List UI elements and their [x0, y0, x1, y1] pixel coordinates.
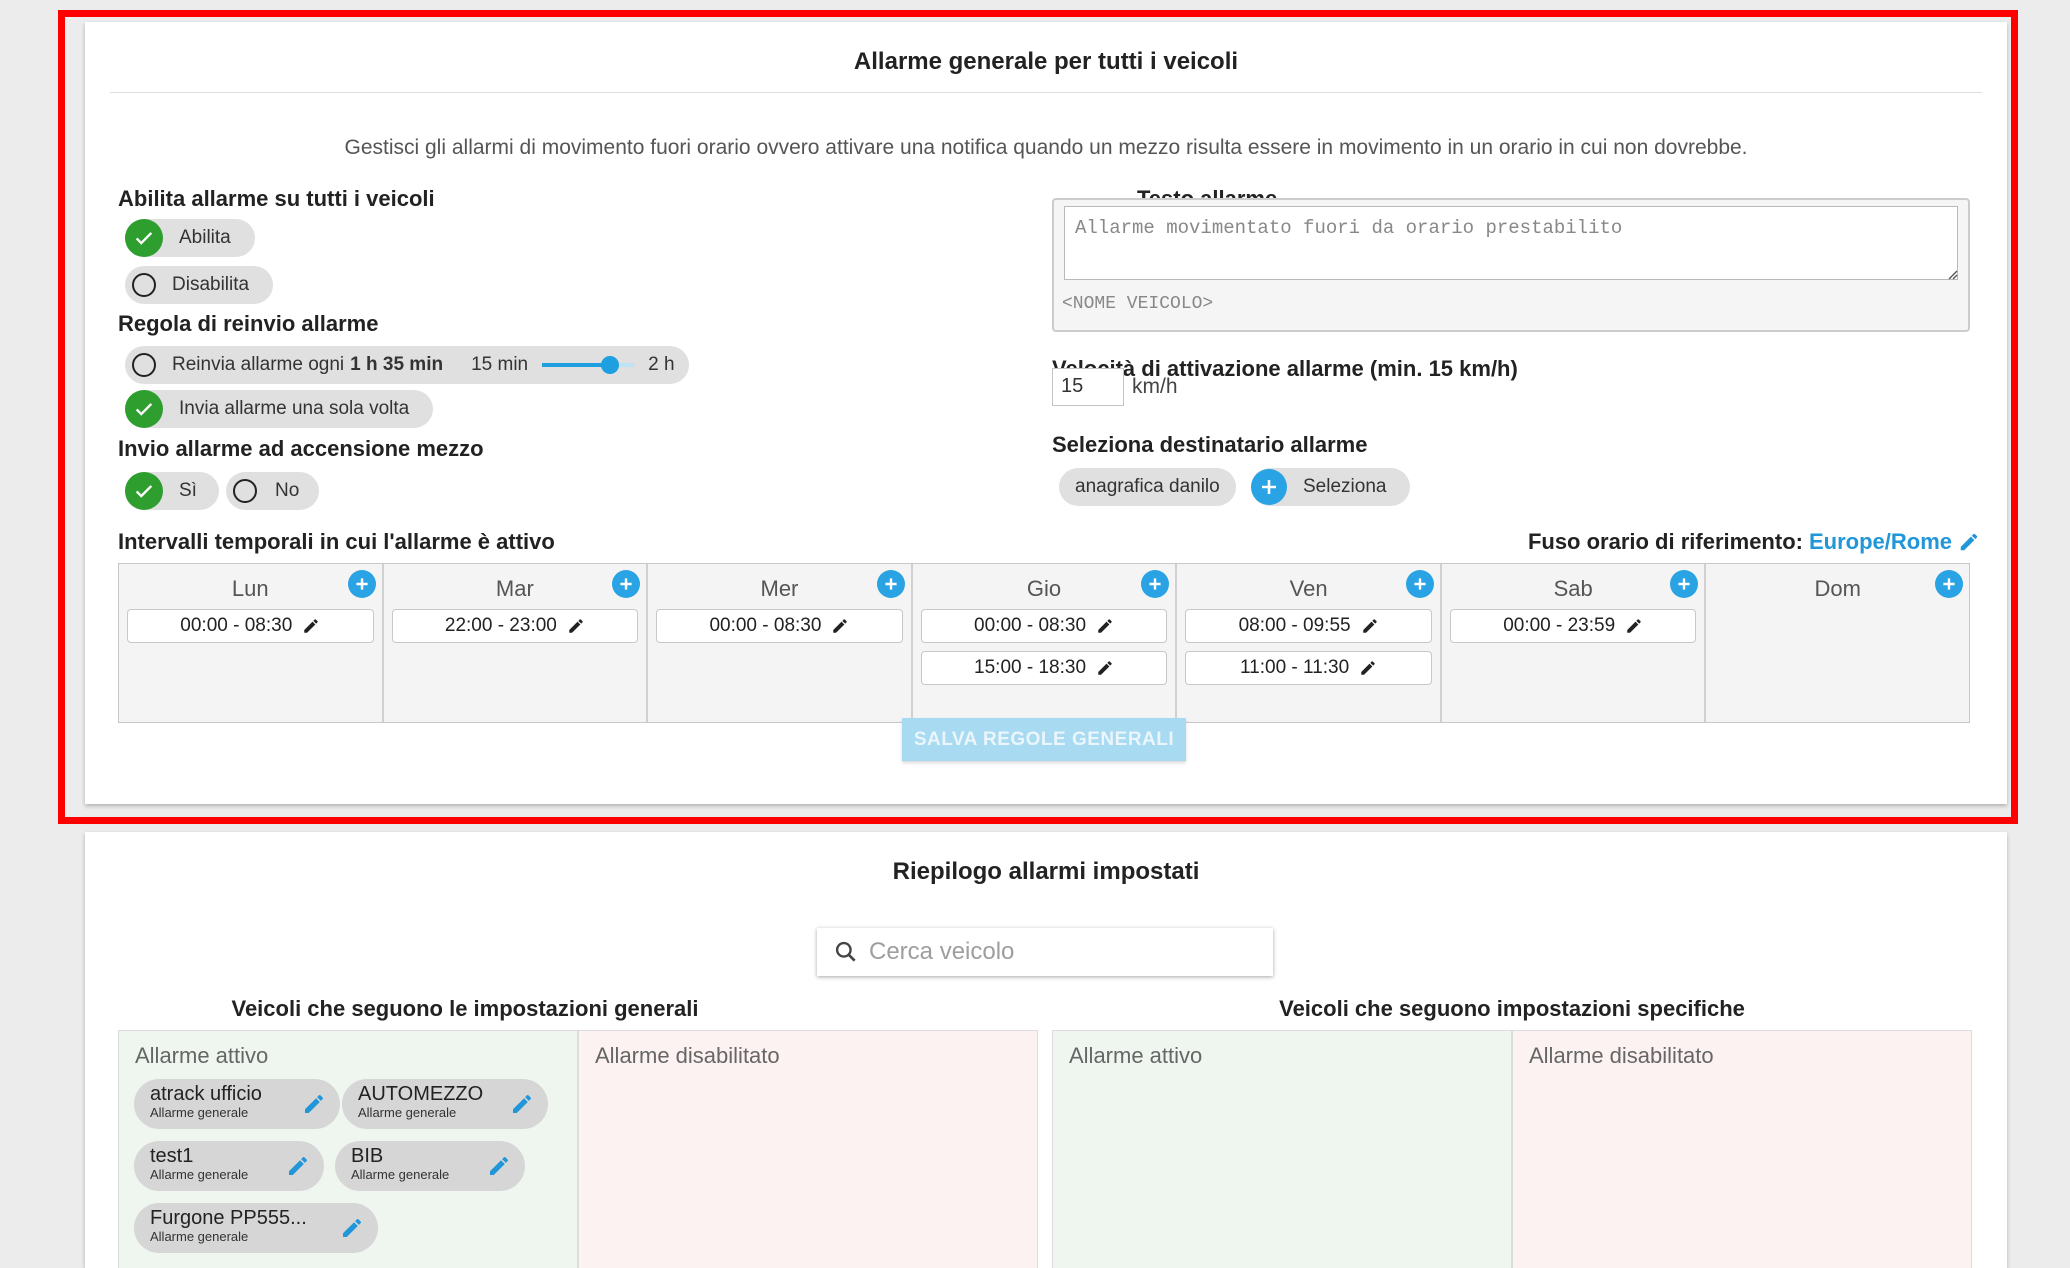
edit-vehicle-icon[interactable] [302, 1092, 326, 1116]
panel-label: Allarme attivo [135, 1043, 269, 1068]
search-icon [835, 941, 856, 962]
vehicle-chip[interactable]: Furgone PP555... Allarme generale [134, 1203, 378, 1253]
specific-vehicles-heading: Veicoli che seguono impostazioni specifi… [1279, 996, 1745, 1021]
search-input[interactable]: Cerca veicolo [869, 938, 1014, 966]
vehicle-name: Furgone PP555... [150, 1207, 307, 1229]
highlight-frame [58, 10, 2018, 824]
vehicle-alarm-type: Allarme generale [150, 1105, 249, 1120]
general-disabled-panel: Allarme disabilitato [578, 1030, 1038, 1268]
panel-label: Allarme disabilitato [1529, 1043, 1714, 1068]
vehicle-chip[interactable]: test1 Allarme generale [134, 1141, 324, 1191]
general-vehicles-heading: Veicoli che seguono le impostazioni gene… [231, 996, 699, 1021]
vehicle-name: atrack ufficio [150, 1083, 262, 1105]
edit-vehicle-icon[interactable] [510, 1092, 534, 1116]
panel-label: Allarme attivo [1069, 1043, 1203, 1068]
edit-vehicle-icon[interactable] [340, 1216, 364, 1240]
edit-vehicle-icon[interactable] [286, 1154, 310, 1178]
summary-card: Riepilogo allarmi impostati Cerca veicol… [85, 832, 2007, 1268]
vehicle-alarm-type: Allarme generale [150, 1167, 249, 1182]
general-active-panel: Allarme attivo atrack ufficio Allarme gen… [118, 1030, 578, 1268]
summary-title: Riepilogo allarmi impostati [892, 858, 1200, 885]
vehicle-chip[interactable]: atrack ufficio Allarme generale [134, 1079, 340, 1129]
edit-vehicle-icon[interactable] [487, 1154, 511, 1178]
specific-active-panel: Allarme attivo [1052, 1030, 1512, 1268]
specific-disabled-panel: Allarme disabilitato [1512, 1030, 1972, 1268]
panel-label: Allarme disabilitato [595, 1043, 780, 1068]
vehicle-alarm-type: Allarme generale [358, 1105, 457, 1120]
vehicle-alarm-type: Allarme generale [150, 1229, 249, 1244]
vehicle-chip[interactable]: BIB Allarme generale [335, 1141, 525, 1191]
vehicle-name: BIB [351, 1145, 384, 1167]
vehicle-name: test1 [150, 1145, 194, 1167]
vehicle-chip[interactable]: AUTOMEZZO Allarme generale [342, 1079, 548, 1129]
search-box[interactable]: Cerca veicolo [817, 928, 1273, 976]
vehicle-alarm-type: Allarme generale [351, 1167, 450, 1182]
vehicle-name: AUTOMEZZO [358, 1083, 484, 1105]
